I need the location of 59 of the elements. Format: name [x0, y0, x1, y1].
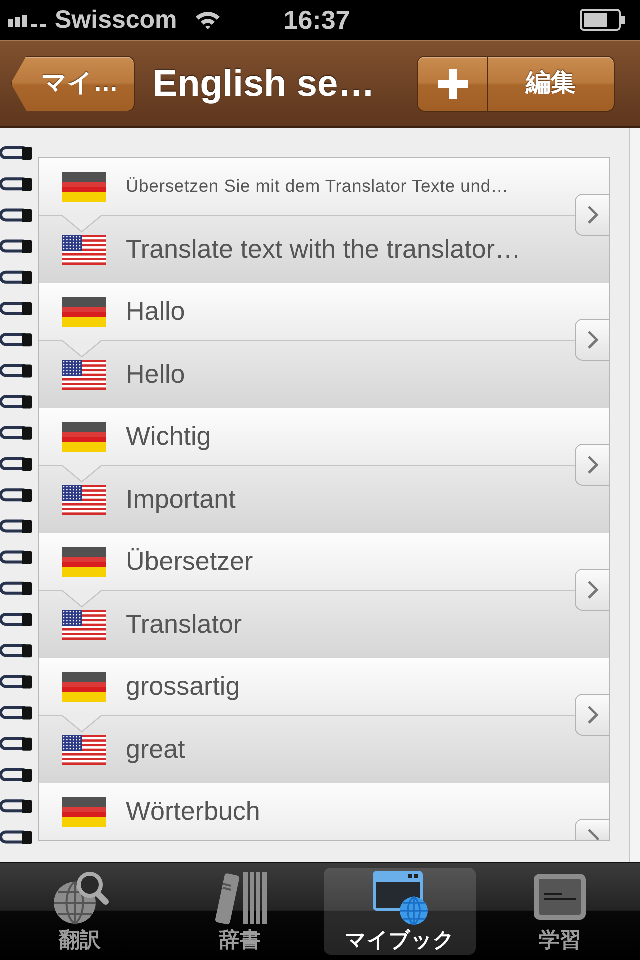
list-row[interactable]: Hello	[39, 340, 609, 408]
clock-time: 16:37	[284, 7, 350, 33]
us-flag-icon	[62, 734, 106, 764]
chevron-icon	[586, 455, 598, 475]
chevron-icon	[586, 205, 598, 225]
german-flag-icon	[62, 172, 106, 202]
german-flag-icon	[62, 672, 106, 702]
source-text: grossartig	[126, 672, 240, 702]
notch-icon	[62, 215, 102, 233]
notch-icon	[62, 590, 102, 608]
list-row[interactable]: Important	[39, 465, 609, 533]
us-flag-icon	[62, 360, 106, 390]
tab-button[interactable]: 翻訳	[4, 868, 156, 955]
chevron-icon	[586, 705, 598, 725]
wifi-icon	[195, 10, 222, 30]
target-text: Hello	[126, 360, 186, 390]
signal-icon	[8, 13, 48, 27]
german-flag-icon	[62, 796, 106, 826]
tab-button[interactable]: マイブック	[324, 868, 476, 955]
detail-button[interactable]	[575, 319, 609, 361]
chevron-icon	[586, 828, 598, 840]
detail-button[interactable]	[575, 194, 609, 236]
detail-button[interactable]	[575, 569, 609, 611]
german-flag-icon	[62, 546, 106, 576]
notch-icon	[62, 340, 102, 358]
edit-button[interactable]: 編集	[488, 56, 615, 112]
notch-icon	[62, 715, 102, 733]
target-text: great	[126, 734, 186, 764]
detail-button[interactable]	[575, 444, 609, 486]
source-text: Wörterbuch	[126, 796, 260, 826]
back-button[interactable]: マイ…	[11, 56, 135, 112]
list-row[interactable]: Translate text with the translator…	[39, 215, 609, 283]
us-flag-icon	[62, 234, 106, 264]
tab-button[interactable]: 辞書	[164, 868, 316, 955]
source-text: Übersetzen Sie mit dem Translator Texte und…	[126, 176, 509, 197]
source-text: Wichtig	[126, 422, 212, 452]
detail-button[interactable]	[575, 819, 609, 840]
us-flag-icon	[62, 610, 106, 640]
tab-button[interactable]: 学習	[484, 868, 636, 955]
add-button[interactable]	[417, 56, 488, 112]
us-flag-icon	[62, 484, 106, 514]
window-globe-icon	[370, 868, 430, 926]
list-row[interactable]: great	[39, 715, 609, 783]
german-flag-icon	[62, 422, 106, 452]
carrier-name: Swisscom	[55, 8, 178, 32]
page-title: English se…	[153, 65, 376, 102]
target-text: Translator	[126, 610, 242, 640]
german-flag-icon	[62, 296, 106, 326]
source-text: Hallo	[126, 296, 186, 326]
detail-button[interactable]	[575, 694, 609, 736]
target-text: Translate text with the translator…	[126, 234, 521, 264]
chevron-icon	[586, 330, 598, 350]
notch-icon	[62, 465, 102, 483]
battery-icon	[580, 9, 626, 31]
source-text: Übersetzer	[126, 546, 254, 576]
chevron-icon	[586, 580, 598, 600]
plus-icon	[438, 68, 468, 98]
list-row[interactable]: Translator	[39, 590, 609, 658]
target-text: Important	[126, 484, 236, 514]
